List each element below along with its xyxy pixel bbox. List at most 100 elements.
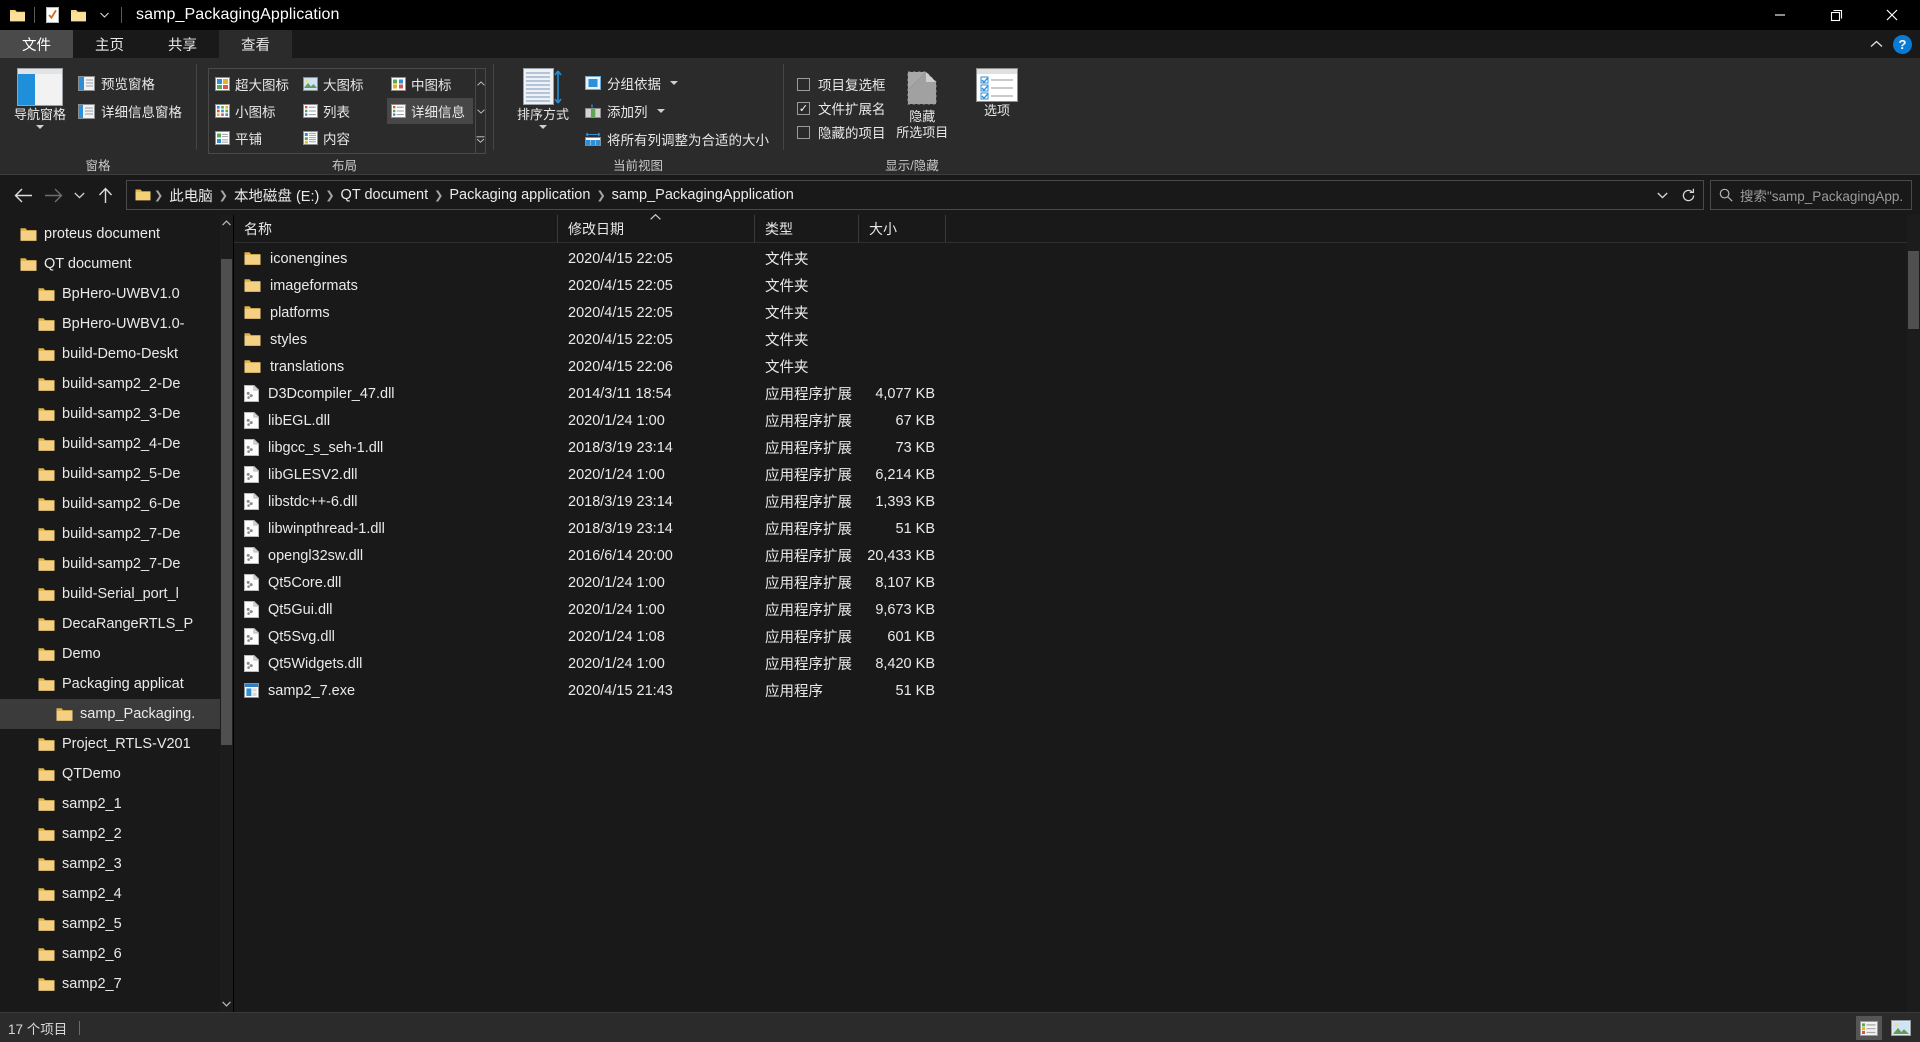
- sidebar-scroll-thumb[interactable]: [221, 259, 232, 745]
- collapse-ribbon-chevron-up-icon[interactable]: [1870, 40, 1883, 48]
- file-name-cell[interactable]: iconengines: [234, 251, 558, 267]
- tree-item[interactable]: Project_RTLS-V201: [0, 729, 233, 759]
- column-header-type[interactable]: 类型: [755, 215, 859, 242]
- view-list[interactable]: 列表: [299, 98, 385, 124]
- file-list-scrollbar[interactable]: [1907, 215, 1920, 1012]
- hidden-items-checkbox[interactable]: [797, 125, 810, 139]
- table-row[interactable]: libEGL.dll 2020/1/24 1:00 应用程序扩展 67 KB: [234, 407, 1920, 434]
- tree-item[interactable]: build-Serial_port_l: [0, 579, 233, 609]
- file-name-cell[interactable]: Qt5Gui.dll: [234, 601, 558, 618]
- view-extra-large-icons[interactable]: 超大图标: [211, 71, 297, 97]
- details-pane-button[interactable]: 详细信息窗格: [72, 98, 188, 124]
- table-row[interactable]: translations 2020/4/15 22:06 文件夹: [234, 353, 1920, 380]
- view-tiles[interactable]: 平铺: [211, 125, 297, 151]
- tree-item[interactable]: samp2_7: [0, 969, 233, 999]
- size-all-columns-button[interactable]: 将所有列调整为合适的大小: [579, 126, 775, 152]
- file-name-cell[interactable]: Qt5Svg.dll: [234, 628, 558, 645]
- tab-view[interactable]: 查看: [219, 30, 292, 58]
- tree-item[interactable]: build-samp2_3-De: [0, 399, 233, 429]
- item-checkboxes-checkbox[interactable]: [797, 77, 810, 91]
- breadcrumb-folder-icon[interactable]: [135, 188, 151, 202]
- tree-item[interactable]: samp2_4: [0, 879, 233, 909]
- properties-icon[interactable]: [39, 2, 65, 28]
- refresh-button[interactable]: [1675, 181, 1701, 209]
- table-row[interactable]: libstdc++-6.dll 2018/3/19 23:14 应用程序扩展 1,39…: [234, 488, 1920, 515]
- hide-selected-items-button[interactable]: 隐藏 所选项目: [894, 64, 952, 140]
- sort-by-button[interactable]: 排序方式: [507, 64, 579, 129]
- file-name-cell[interactable]: styles: [234, 332, 558, 348]
- chevron-down-icon[interactable]: [539, 125, 547, 129]
- table-row[interactable]: libwinpthread-1.dll 2018/3/19 23:14 应用程序扩展…: [234, 515, 1920, 542]
- file-name-cell[interactable]: translations: [234, 359, 558, 375]
- breadcrumb-separator[interactable]: ❯: [324, 189, 335, 202]
- column-header-size[interactable]: 大小: [859, 215, 946, 242]
- search-input[interactable]: 搜索"samp_PackagingApp...: [1740, 185, 1903, 205]
- file-list-scroll-thumb[interactable]: [1908, 251, 1919, 329]
- search-box[interactable]: 搜索"samp_PackagingApp...: [1710, 180, 1912, 210]
- large-icons-view-toggle[interactable]: [1888, 1016, 1914, 1040]
- system-menu-folder-icon[interactable]: [4, 2, 30, 28]
- tree-item[interactable]: build-samp2_5-De: [0, 459, 233, 489]
- sidebar-scroll-down-icon[interactable]: [220, 996, 233, 1012]
- tree-item[interactable]: build-samp2_7-De: [0, 519, 233, 549]
- address-history-chevron-down-icon[interactable]: [1649, 181, 1675, 209]
- breadcrumb-separator[interactable]: ❯: [153, 189, 164, 202]
- table-row[interactable]: libgcc_s_seh-1.dll 2018/3/19 23:14 应用程序扩展 7…: [234, 434, 1920, 461]
- tree-item[interactable]: samp2_1: [0, 789, 233, 819]
- tree-item[interactable]: DecaRangeRTLS_P: [0, 609, 233, 639]
- tree-item[interactable]: build-samp2_6-De: [0, 489, 233, 519]
- view-medium-icons[interactable]: 中图标: [387, 71, 473, 97]
- view-content[interactable]: 内容: [299, 125, 385, 151]
- file-name-cell[interactable]: opengl32sw.dll: [234, 547, 558, 564]
- gallery-expand-icon[interactable]: [476, 127, 485, 151]
- up-button[interactable]: [90, 180, 120, 210]
- minimize-button[interactable]: [1752, 0, 1808, 30]
- tree-item[interactable]: build-Demo-Deskt: [0, 339, 233, 369]
- file-extensions-checkbox[interactable]: ✓: [797, 101, 810, 115]
- file-name-cell[interactable]: libEGL.dll: [234, 412, 558, 429]
- tree-item[interactable]: BpHero-UWBV1.0: [0, 279, 233, 309]
- tree-item[interactable]: Packaging applicat: [0, 669, 233, 699]
- file-name-cell[interactable]: Qt5Widgets.dll: [234, 655, 558, 672]
- view-large-icons[interactable]: 大图标: [299, 71, 385, 97]
- breadcrumb-item-local-disk[interactable]: 本地磁盘 (E:): [229, 185, 324, 206]
- tree-item[interactable]: build-samp2_4-De: [0, 429, 233, 459]
- table-row[interactable]: iconengines 2020/4/15 22:05 文件夹: [234, 245, 1920, 272]
- file-name-cell[interactable]: libGLESV2.dll: [234, 466, 558, 483]
- table-row[interactable]: Qt5Svg.dll 2020/1/24 1:08 应用程序扩展 601 KB: [234, 623, 1920, 650]
- breadcrumb-separator[interactable]: ❯: [595, 189, 606, 202]
- add-columns-button[interactable]: 添加列: [579, 98, 775, 124]
- view-small-icons[interactable]: 小图标: [211, 98, 297, 124]
- help-button[interactable]: ?: [1893, 34, 1912, 54]
- back-button[interactable]: [8, 180, 38, 210]
- tree-item[interactable]: samp2_5: [0, 909, 233, 939]
- breadcrumb-item-this-pc[interactable]: 此电脑: [164, 185, 218, 206]
- chevron-down-icon[interactable]: [656, 109, 665, 113]
- forward-button[interactable]: [38, 180, 68, 210]
- customize-quick-access-chevron-down-icon[interactable]: [91, 2, 117, 28]
- table-row[interactable]: Qt5Widgets.dll 2020/1/24 1:00 应用程序扩展 8,420 …: [234, 650, 1920, 677]
- file-extensions-row[interactable]: ✓ 文件扩展名: [797, 98, 886, 118]
- tab-home[interactable]: 主页: [73, 30, 146, 58]
- table-row[interactable]: Qt5Gui.dll 2020/1/24 1:00 应用程序扩展 9,673 KB: [234, 596, 1920, 623]
- new-folder-icon[interactable]: [65, 2, 91, 28]
- table-row[interactable]: Qt5Core.dll 2020/1/24 1:00 应用程序扩展 8,107 KB: [234, 569, 1920, 596]
- recent-locations-chevron-down-icon[interactable]: [68, 180, 90, 210]
- chevron-down-icon[interactable]: [670, 81, 678, 85]
- tree-item[interactable]: proteus document: [0, 219, 233, 249]
- breadcrumb-separator[interactable]: ❯: [433, 189, 444, 202]
- table-row[interactable]: samp2_7.exe 2020/4/15 21:43 应用程序 51 KB: [234, 677, 1920, 704]
- preview-pane-button[interactable]: 预览窗格: [72, 70, 188, 96]
- tree-item[interactable]: samp2_2: [0, 819, 233, 849]
- table-row[interactable]: D3Dcompiler_47.dll 2014/3/11 18:54 应用程序扩展 4…: [234, 380, 1920, 407]
- table-row[interactable]: libGLESV2.dll 2020/1/24 1:00 应用程序扩展 6,214 K…: [234, 461, 1920, 488]
- layout-gallery-scrollbar[interactable]: [476, 68, 486, 154]
- sidebar-scroll-track[interactable]: [220, 231, 233, 996]
- address-bar[interactable]: ❯ 此电脑 ❯ 本地磁盘 (E:) ❯ QT document ❯ Packag…: [126, 180, 1704, 210]
- group-by-button[interactable]: 分组依据: [579, 70, 775, 96]
- tree-item[interactable]: BpHero-UWBV1.0-: [0, 309, 233, 339]
- tree-item-selected[interactable]: samp_Packaging.: [0, 699, 233, 729]
- tree-item[interactable]: QT document: [0, 249, 233, 279]
- close-button[interactable]: [1864, 0, 1920, 30]
- view-details[interactable]: 详细信息: [387, 98, 473, 124]
